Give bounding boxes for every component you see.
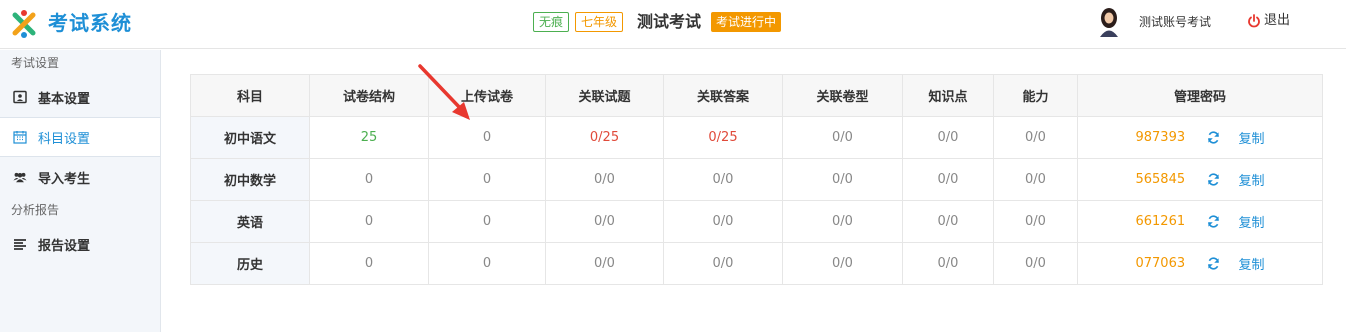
subject-cell: 历史 — [190, 242, 310, 285]
questions-cell[interactable]: 0/25 — [545, 116, 664, 159]
top-header: 考试系统 无痕 七年级 测试考试 考试进行中 测试账号考试 退出 — [0, 0, 1346, 49]
copy-button[interactable]: 复制 — [1238, 170, 1264, 189]
answers-cell[interactable]: 0/25 — [663, 116, 783, 159]
logo-icon — [12, 10, 36, 38]
ability-cell[interactable]: 0/0 — [993, 200, 1078, 243]
sidebar-item-report[interactable]: 报告设置 — [0, 224, 160, 264]
password-value: 077063 — [1135, 256, 1186, 271]
answers-cell[interactable]: 0/0 — [663, 200, 783, 243]
column-header: 管理密码 — [1077, 74, 1323, 117]
questions-cell[interactable]: 0/0 — [545, 200, 664, 243]
papers-cell[interactable]: 0/0 — [782, 158, 903, 201]
account-name[interactable]: 测试账号考试 — [1139, 13, 1211, 31]
refresh-icon[interactable] — [1207, 131, 1220, 144]
column-header: 科目 — [190, 74, 310, 117]
password-cell: 565845 复制 — [1077, 158, 1323, 201]
subject-table: 科目 试卷结构 上传试卷 关联试题 关联答案 关联卷型 知识点 能力 管理密码 … — [190, 74, 1323, 285]
password-cell: 077063 复制 — [1077, 242, 1323, 285]
sidebar: 考试设置 基本设置 科目设置 导入考生 分析报告 报告设置 — [0, 50, 161, 332]
table-header-row: 科目 试卷结构 上传试卷 关联试题 关联答案 关联卷型 知识点 能力 管理密码 — [190, 74, 1323, 117]
copy-button[interactable]: 复制 — [1238, 212, 1264, 231]
ability-cell[interactable]: 0/0 — [993, 158, 1078, 201]
sidebar-item-label: 科目设置 — [38, 131, 91, 147]
table-row: 初中语文 25 0 0/25 0/25 0/0 0/0 0/0 987393 复… — [190, 116, 1323, 159]
column-header: 关联卷型 — [782, 74, 903, 117]
tag-traceless: 无痕 — [533, 12, 570, 32]
sidebar-item-basic[interactable]: 基本设置 — [0, 77, 160, 117]
sidebar-item-subject[interactable]: 科目设置 — [0, 117, 160, 157]
tag-grade: 七年级 — [575, 12, 624, 32]
papers-cell[interactable]: 0/0 — [782, 116, 903, 159]
questions-cell[interactable]: 0/0 — [545, 242, 664, 285]
column-header: 试卷结构 — [309, 74, 429, 117]
sidebar-item-label: 基本设置 — [38, 91, 91, 107]
status-badge: 考试进行中 — [711, 12, 782, 32]
table-row: 英语 0 0 0/0 0/0 0/0 0/0 0/0 661261 复制 — [190, 200, 1323, 243]
ability-cell[interactable]: 0/0 — [993, 116, 1078, 159]
password-value: 661261 — [1135, 214, 1186, 229]
sidebar-section-report: 分析报告 — [11, 203, 60, 217]
structure-cell[interactable]: 0 — [309, 200, 429, 243]
column-header: 关联试题 — [545, 74, 664, 117]
table-row: 历史 0 0 0/0 0/0 0/0 0/0 0/0 077063 复制 — [190, 242, 1323, 285]
upload-cell[interactable]: 0 — [428, 116, 546, 159]
answers-cell[interactable]: 0/0 — [663, 158, 783, 201]
column-header: 上传试卷 — [428, 74, 546, 117]
knowledge-cell[interactable]: 0/0 — [902, 158, 994, 201]
subject-cell: 英语 — [190, 200, 310, 243]
logout-label: 退出 — [1264, 13, 1291, 28]
structure-cell[interactable]: 0 — [309, 242, 429, 285]
avatar[interactable] — [1097, 7, 1121, 37]
answers-cell[interactable]: 0/0 — [663, 242, 783, 285]
ability-cell[interactable]: 0/0 — [993, 242, 1078, 285]
upload-cell[interactable]: 0 — [428, 158, 546, 201]
column-header: 关联答案 — [663, 74, 783, 117]
papers-cell[interactable]: 0/0 — [782, 200, 903, 243]
exam-title: 测试考试 — [637, 12, 702, 31]
password-cell: 661261 复制 — [1077, 200, 1323, 243]
refresh-icon[interactable] — [1207, 257, 1220, 270]
knowledge-cell[interactable]: 0/0 — [902, 242, 994, 285]
table-row: 初中数学 0 0 0/0 0/0 0/0 0/0 0/0 565845 复制 — [190, 158, 1323, 201]
column-header: 知识点 — [902, 74, 994, 117]
id-card-icon — [13, 90, 27, 104]
sidebar-section-exam: 考试设置 — [11, 56, 60, 70]
copy-button[interactable]: 复制 — [1238, 128, 1264, 147]
sidebar-item-label: 报告设置 — [38, 238, 91, 254]
sidebar-item-import[interactable]: 导入考生 — [0, 157, 160, 197]
knowledge-cell[interactable]: 0/0 — [902, 116, 994, 159]
papers-cell[interactable]: 0/0 — [782, 242, 903, 285]
calendar-icon — [13, 131, 27, 144]
subject-cell: 初中数学 — [190, 158, 310, 201]
refresh-icon[interactable] — [1207, 173, 1220, 186]
subject-cell: 初中语文 — [190, 116, 310, 159]
column-header: 能力 — [993, 74, 1078, 117]
knowledge-cell[interactable]: 0/0 — [902, 200, 994, 243]
exam-info: 无痕 七年级 测试考试 考试进行中 — [533, 11, 782, 33]
app-brand: 考试系统 — [48, 11, 132, 35]
structure-cell[interactable]: 0 — [309, 158, 429, 201]
upload-cell[interactable]: 0 — [428, 200, 546, 243]
password-cell: 987393 复制 — [1077, 116, 1323, 159]
list-icon — [14, 239, 26, 250]
questions-cell[interactable]: 0/0 — [545, 158, 664, 201]
structure-cell[interactable]: 25 — [309, 116, 429, 159]
sidebar-item-label: 导入考生 — [38, 171, 91, 187]
password-value: 565845 — [1135, 172, 1186, 187]
copy-button[interactable]: 复制 — [1238, 254, 1264, 273]
users-icon — [13, 172, 27, 183]
refresh-icon[interactable] — [1207, 215, 1220, 228]
upload-cell[interactable]: 0 — [428, 242, 546, 285]
password-value: 987393 — [1135, 130, 1186, 145]
power-icon — [1248, 14, 1260, 28]
logout-button[interactable]: 退出 — [1247, 11, 1290, 31]
